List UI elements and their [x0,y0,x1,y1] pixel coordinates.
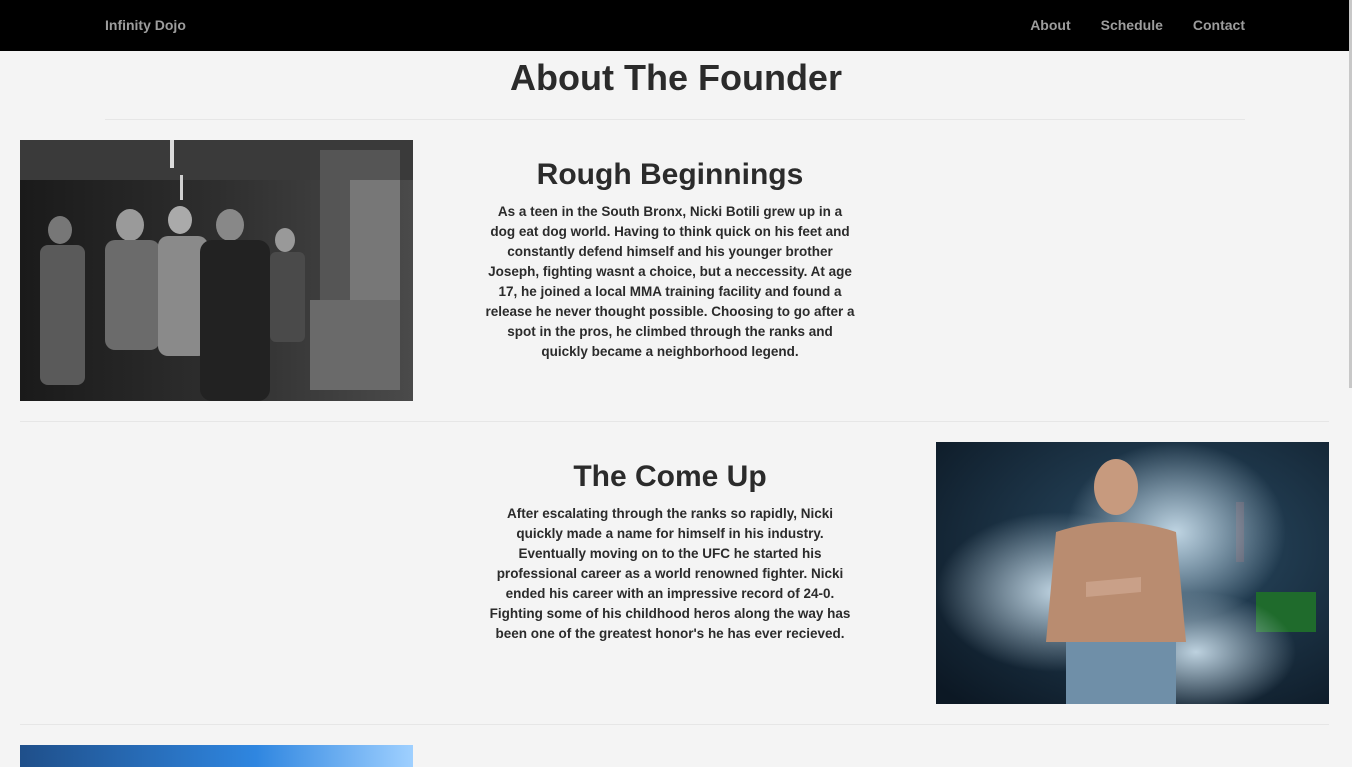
section-heading: Rough Beginnings [536,158,804,191]
street-market-photo [20,140,413,401]
section-heading: The Come Up [573,460,767,493]
page-title: About The Founder [510,57,842,98]
nav-links: About Schedule Contact [1030,17,1245,33]
divider [105,119,1245,120]
section-rough-beginnings: Rough Beginnings As a teen in the South … [485,158,855,362]
nav-about-link[interactable]: About [1030,17,1070,33]
section-body: As a teen in the South Bronx, Nicki Boti… [485,204,855,359]
divider [20,724,1329,725]
section-body: After escalating through the ranks so ra… [489,506,851,641]
brand-link[interactable]: Infinity Dojo [105,17,186,33]
fighter-chalk-photo [936,442,1329,704]
divider [20,421,1329,422]
nav-contact-link[interactable]: Contact [1193,17,1245,33]
nav-schedule-link[interactable]: Schedule [1101,17,1163,33]
section-the-come-up: The Come Up After escalating through the… [485,460,855,644]
sky-photo [20,745,413,767]
top-navbar: Infinity Dojo About Schedule Contact [0,0,1352,51]
